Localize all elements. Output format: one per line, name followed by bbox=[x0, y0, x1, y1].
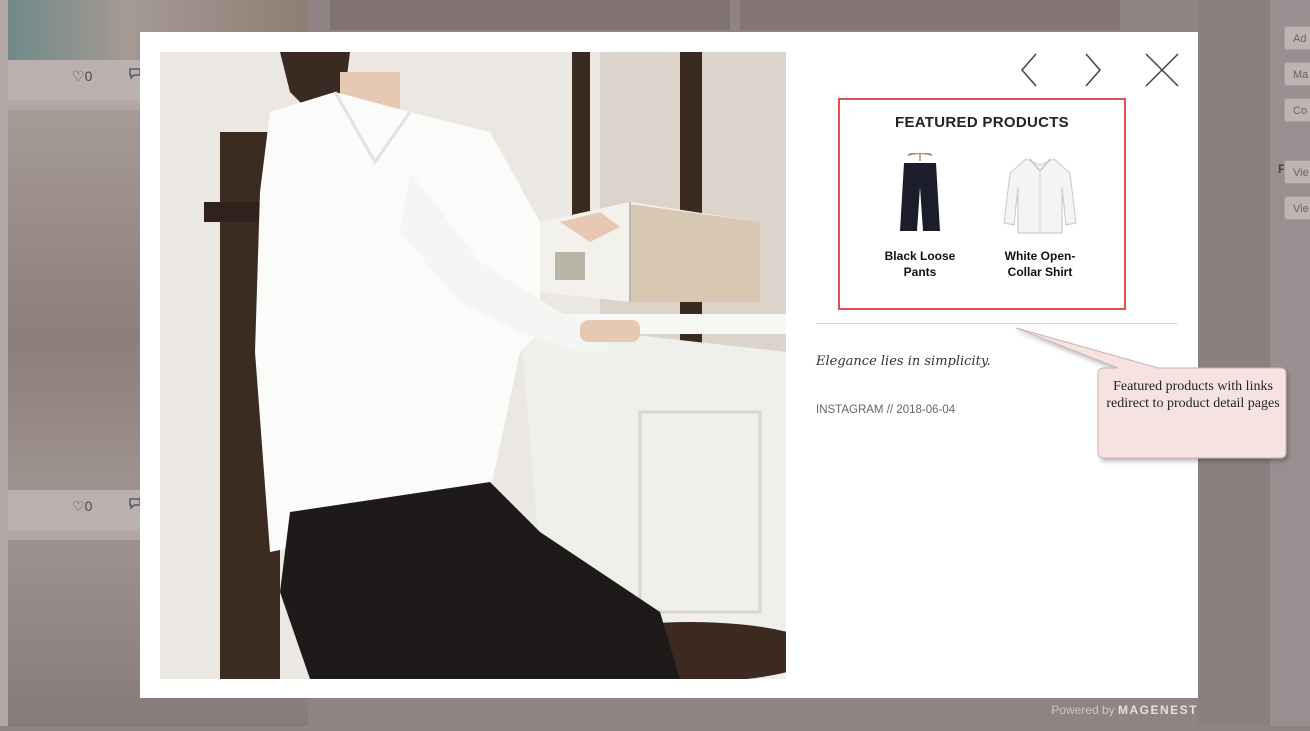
sidebar-button: Ad bbox=[1284, 26, 1310, 50]
close-icon bbox=[1145, 53, 1179, 87]
divider bbox=[816, 323, 1178, 324]
post-caption: Elegance lies in simplicity. bbox=[816, 354, 991, 369]
close-modal-button[interactable] bbox=[1140, 50, 1180, 90]
product-link-white-open-collar-shirt[interactable]: White Open-Collar Shirt bbox=[980, 150, 1100, 280]
sidebar-button: Vie bbox=[1284, 160, 1310, 184]
like-count: ♡0 bbox=[72, 498, 93, 514]
background-post-image bbox=[740, 0, 1120, 30]
post-source-date: INSTAGRAM // 2018-06-04 bbox=[816, 404, 956, 416]
shirt-icon bbox=[1003, 158, 1077, 234]
heart-icon: ♡ bbox=[72, 498, 85, 514]
post-photo bbox=[160, 52, 786, 679]
next-post-button[interactable] bbox=[1072, 50, 1112, 90]
background-post-image bbox=[330, 0, 730, 30]
product-link-black-loose-pants[interactable]: Black Loose Pants bbox=[860, 150, 980, 280]
sidebar-button: Ma bbox=[1284, 62, 1310, 86]
pants-icon bbox=[900, 153, 940, 231]
like-count: ♡0 bbox=[72, 68, 93, 84]
previous-post-button[interactable] bbox=[1010, 50, 1050, 90]
powered-by-footer: Powered by MAGENEST bbox=[1051, 703, 1198, 717]
heart-icon: ♡ bbox=[72, 68, 85, 84]
sidebar-button: Co bbox=[1284, 98, 1310, 122]
sidebar-button: Vie bbox=[1284, 196, 1310, 220]
chevron-right-icon bbox=[1085, 53, 1101, 87]
featured-products-section: FEATURED PRODUCTS Black Loose Pants Whit… bbox=[838, 98, 1126, 310]
instagram-post-modal: FEATURED PRODUCTS Black Loose Pants Whit… bbox=[140, 32, 1198, 698]
chevron-left-icon bbox=[1021, 53, 1037, 87]
product-thumbnail bbox=[860, 150, 980, 240]
product-name: White Open-Collar Shirt bbox=[1004, 249, 1076, 279]
featured-products-title: FEATURED PRODUCTS bbox=[895, 114, 1069, 131]
product-thumbnail bbox=[980, 150, 1100, 240]
product-name: Black Loose Pants bbox=[884, 249, 956, 279]
